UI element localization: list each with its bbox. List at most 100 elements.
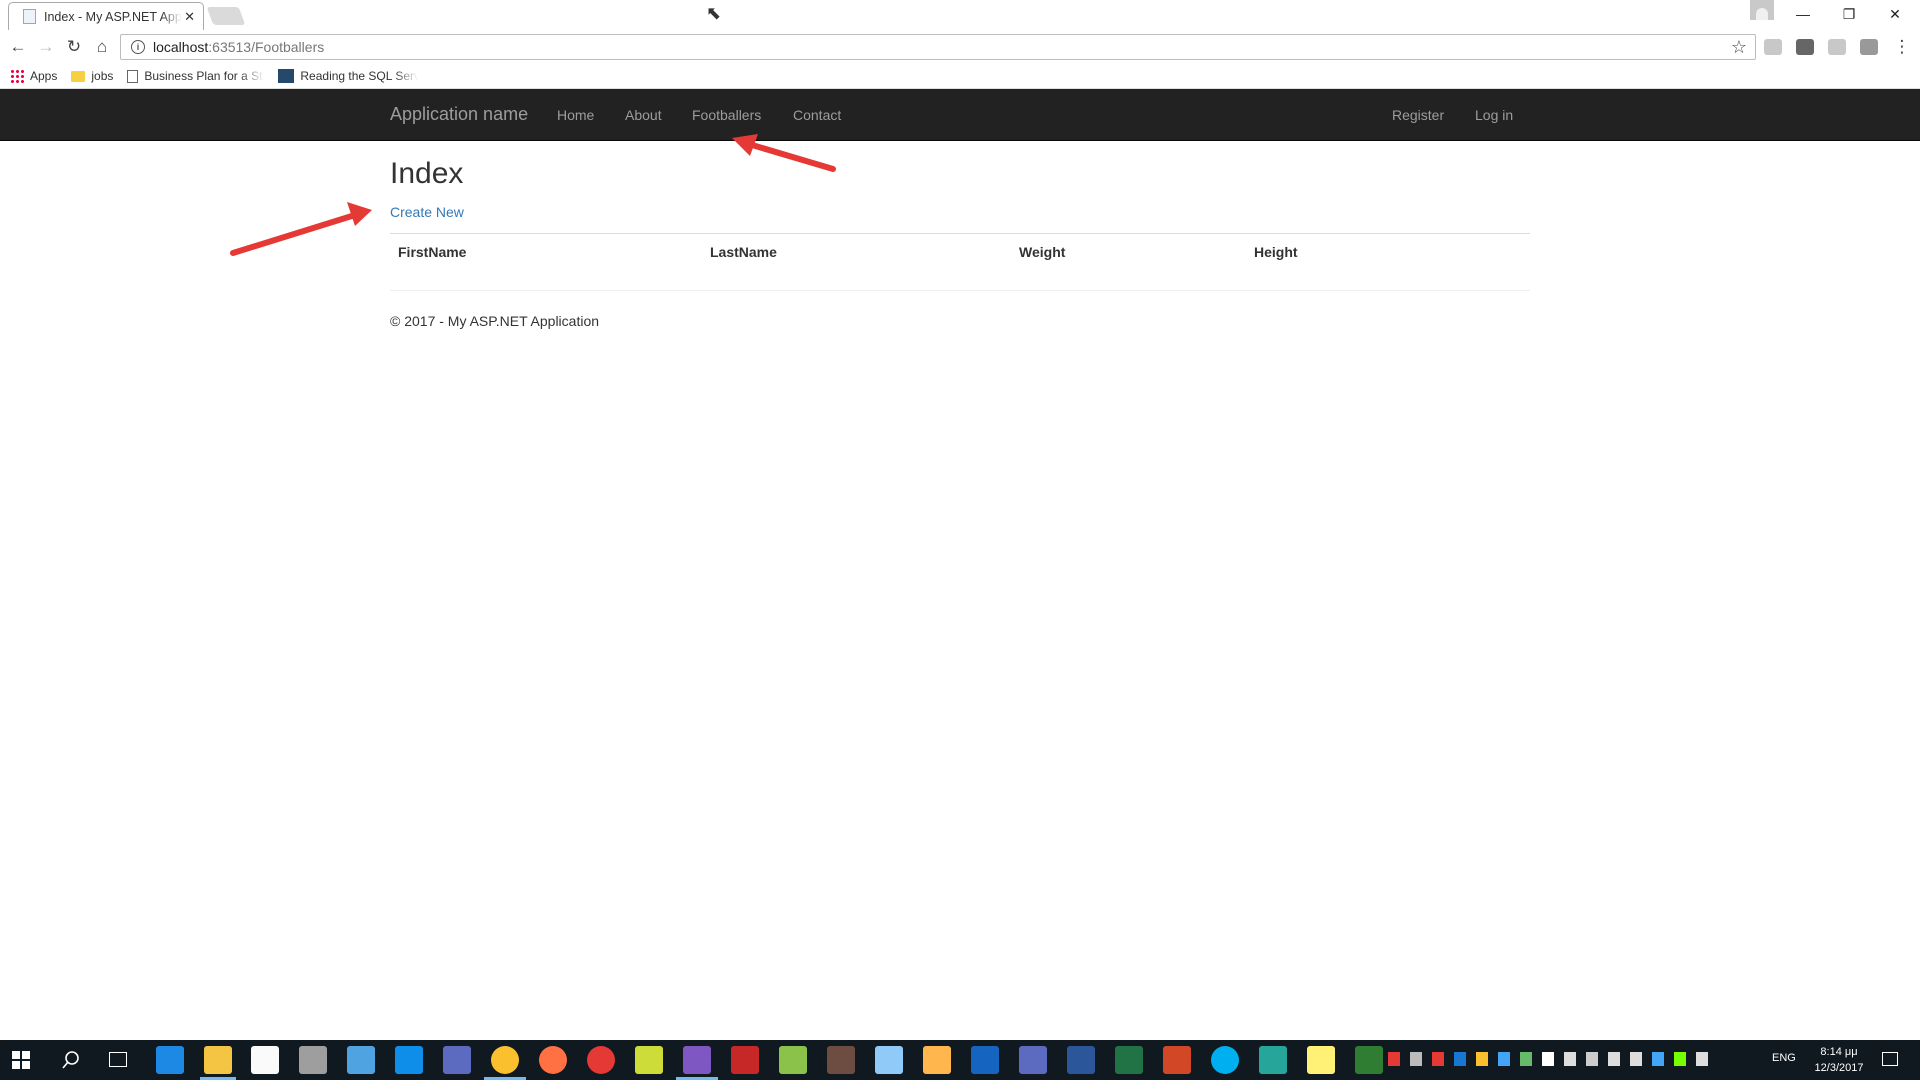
bookmark-label: jobs xyxy=(91,69,114,83)
bookmarks-bar: Apps jobs Business Plan for a Sta Readin… xyxy=(0,64,1920,89)
brand-link[interactable]: Application name xyxy=(390,104,528,125)
system-tray[interactable] xyxy=(1388,1052,1748,1066)
firefox-icon[interactable] xyxy=(539,1046,567,1074)
column-header-height: Height xyxy=(1254,244,1298,260)
camtasia-icon[interactable] xyxy=(1355,1046,1383,1074)
chrome-icon[interactable] xyxy=(491,1046,519,1074)
teamviewer-icon[interactable] xyxy=(395,1046,423,1074)
file-explorer-icon[interactable] xyxy=(204,1046,232,1074)
tab-title: Index - My ASP.NET Application xyxy=(44,9,182,24)
site-info-icon[interactable]: i xyxy=(131,40,145,54)
tray-icon[interactable] xyxy=(1432,1052,1444,1066)
extension-pdf-icon[interactable] xyxy=(1860,39,1878,55)
app-icon[interactable] xyxy=(827,1046,855,1074)
profile-icon[interactable] xyxy=(1750,0,1774,20)
paint-icon[interactable] xyxy=(1259,1046,1287,1074)
nav-about[interactable]: About xyxy=(625,107,662,123)
search-icon[interactable] xyxy=(62,1051,80,1069)
column-header-weight: Weight xyxy=(1019,244,1066,260)
filezilla-icon[interactable] xyxy=(731,1046,759,1074)
app-icon[interactable] xyxy=(923,1046,951,1074)
bookmark-star-icon[interactable]: ☆ xyxy=(1731,37,1747,58)
nav-footballers[interactable]: Footballers xyxy=(692,107,761,123)
task-view-icon[interactable] xyxy=(109,1052,127,1067)
annotation-arrow-icon xyxy=(230,202,372,256)
bookmark-business-plan[interactable]: Business Plan for a Sta xyxy=(127,69,264,83)
windows-start-icon[interactable] xyxy=(12,1051,30,1069)
word-icon[interactable] xyxy=(1067,1046,1095,1074)
forward-icon[interactable]: → xyxy=(32,34,60,60)
onedrive-icon[interactable] xyxy=(1586,1052,1598,1066)
powerpoint-icon[interactable] xyxy=(1163,1046,1191,1074)
calculator-icon[interactable] xyxy=(299,1046,327,1074)
bookmark-jobs[interactable]: jobs xyxy=(71,69,113,83)
remote-desktop-icon[interactable] xyxy=(347,1046,375,1074)
notepad-icon[interactable] xyxy=(779,1046,807,1074)
volume-icon[interactable] xyxy=(1630,1052,1642,1066)
extension-reader-icon[interactable] xyxy=(1828,39,1846,55)
edge-icon[interactable] xyxy=(156,1046,184,1074)
store-icon[interactable] xyxy=(251,1046,279,1074)
windows-taskbar: ENG 8:14 μμ 12/3/2017 xyxy=(0,1040,1920,1080)
tray-icon[interactable] xyxy=(1476,1052,1488,1066)
close-window-button[interactable]: ✕ xyxy=(1872,0,1918,28)
dropbox-icon[interactable] xyxy=(1542,1052,1554,1066)
page-title: Index xyxy=(390,157,464,190)
battery-icon[interactable] xyxy=(1564,1052,1576,1066)
skype-icon[interactable] xyxy=(1211,1046,1239,1074)
reload-icon[interactable]: ↻ xyxy=(60,34,88,60)
address-bar[interactable]: i localhost:63513/Footballers ☆ xyxy=(120,34,1756,60)
bookmark-label: Apps xyxy=(30,69,58,83)
nav-contact[interactable]: Contact xyxy=(793,107,841,123)
browser-tab[interactable]: Index - My ASP.NET Application ✕ xyxy=(8,2,204,30)
excel-icon[interactable] xyxy=(1115,1046,1143,1074)
folder-icon xyxy=(71,70,86,82)
bookmark-label: Business Plan for a Sta xyxy=(144,69,265,83)
new-tab-button[interactable] xyxy=(206,7,246,25)
create-new-link[interactable]: Create New xyxy=(390,204,464,220)
page-favicon-icon xyxy=(23,9,36,24)
back-icon[interactable]: ← xyxy=(4,34,32,60)
tab-close-icon[interactable]: ✕ xyxy=(184,9,195,25)
app-icon[interactable] xyxy=(875,1046,903,1074)
bookmark-sql[interactable]: Reading the SQL Serv xyxy=(278,69,418,83)
tray-icon[interactable] xyxy=(1454,1052,1466,1066)
home-icon[interactable]: ⌂ xyxy=(88,34,116,60)
mouse-cursor-icon: ⬉ xyxy=(706,3,722,23)
extension-cloud-icon[interactable] xyxy=(1764,39,1782,55)
bluetooth-icon[interactable] xyxy=(1652,1052,1664,1066)
chrome-menu-icon[interactable]: ⋮ xyxy=(1888,34,1916,60)
outlook-icon[interactable] xyxy=(971,1046,999,1074)
tray-icon[interactable] xyxy=(1388,1052,1400,1066)
minimize-button[interactable]: — xyxy=(1780,0,1826,28)
nav-register[interactable]: Register xyxy=(1392,107,1444,123)
table-top-border xyxy=(390,233,1530,234)
column-header-firstname: FirstName xyxy=(398,244,467,260)
site-navbar: Application name Home About Footballers … xyxy=(0,89,1920,141)
sql-management-icon[interactable] xyxy=(443,1046,471,1074)
opera-icon[interactable] xyxy=(587,1046,615,1074)
nav-login[interactable]: Log in xyxy=(1475,107,1513,123)
column-header-lastname: LastName xyxy=(710,244,777,260)
bookmark-apps[interactable]: Apps xyxy=(10,69,57,83)
annotation-arrow-icon xyxy=(732,134,836,172)
page-icon xyxy=(127,69,139,83)
language-indicator[interactable]: ENG xyxy=(1772,1052,1796,1064)
clock-time: 8:14 μμ xyxy=(1820,1046,1858,1058)
extension-save-icon[interactable] xyxy=(1796,39,1814,55)
tray-icon[interactable] xyxy=(1410,1052,1422,1066)
tools-icon[interactable] xyxy=(635,1046,663,1074)
app-icon[interactable] xyxy=(1019,1046,1047,1074)
wifi-icon[interactable] xyxy=(1608,1052,1620,1066)
nav-home[interactable]: Home xyxy=(557,107,594,123)
tray-icon[interactable] xyxy=(1520,1052,1532,1066)
nvidia-icon[interactable] xyxy=(1674,1052,1686,1066)
restore-button[interactable]: ❐ xyxy=(1826,0,1872,28)
network-icon[interactable] xyxy=(1696,1052,1708,1066)
sticky-notes-icon[interactable] xyxy=(1307,1046,1335,1074)
tray-icon[interactable] xyxy=(1498,1052,1510,1066)
visual-studio-icon[interactable] xyxy=(683,1046,711,1074)
taskbar-clock[interactable]: 8:14 μμ 12/3/2017 xyxy=(1804,1044,1874,1076)
action-center-icon[interactable] xyxy=(1882,1052,1898,1066)
url-path: :63513/Footballers xyxy=(208,39,325,55)
